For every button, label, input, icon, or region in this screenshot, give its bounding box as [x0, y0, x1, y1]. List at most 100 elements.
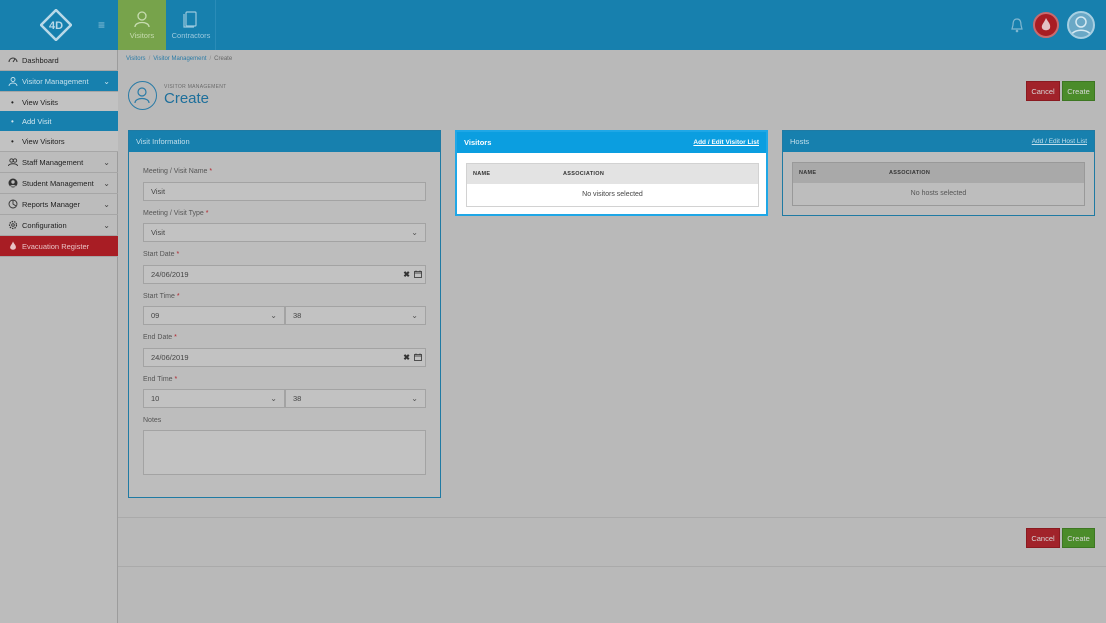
breadcrumb-separator: / [148, 56, 151, 62]
end-date-label: End Date * [143, 334, 177, 341]
clear-icon[interactable]: ✖ [403, 266, 410, 283]
sidebar-item-view-visits[interactable]: • View Visits [0, 92, 118, 113]
nav-tile-visitors[interactable]: Visitors [118, 0, 166, 50]
evacuation-button[interactable] [1033, 12, 1059, 38]
column-header-association[interactable]: ASSOCIATION [889, 163, 930, 183]
user-icon [1070, 16, 1092, 37]
bullet-icon: • [11, 117, 14, 126]
chevron-down-icon: ⌄ [103, 200, 110, 209]
breadcrumb-separator: / [209, 56, 212, 62]
breadcrumb-link-visitors[interactable]: Visitors [126, 56, 146, 62]
create-button-bottom[interactable]: Create [1062, 528, 1095, 548]
calendar-icon[interactable] [414, 270, 422, 278]
visitors-panel: Visitors Add / Edit Visitor List NAME AS… [455, 130, 768, 216]
chevron-down-icon: ⌄ [411, 311, 418, 320]
required-marker: * [209, 168, 213, 175]
sidebar-item-add-visit[interactable]: • Add Visit [0, 111, 118, 132]
sidebar-item-staff-management[interactable]: Staff Management ⌄ [0, 152, 118, 173]
sidebar-item-label: Student Management [22, 179, 94, 188]
dashboard-icon [8, 57, 18, 63]
end-hour-select[interactable]: 10 ⌄ [143, 389, 285, 408]
svg-text:4D: 4D [49, 20, 63, 32]
label-text: End Date [143, 334, 173, 341]
sidebar: Dashboard Visitor Management ⌄ • View Vi… [0, 50, 118, 623]
bullet-icon: • [11, 137, 14, 146]
cancel-button-bottom[interactable]: Cancel [1026, 528, 1060, 548]
avatar[interactable] [1067, 11, 1095, 39]
breadcrumb: Visitors / Visitor Management / Create [126, 56, 232, 62]
required-marker: * [176, 251, 180, 258]
sidebar-item-student-management[interactable]: Student Management ⌄ [0, 173, 118, 194]
create-button[interactable]: Create [1062, 81, 1095, 101]
label-text: Meeting / Visit Type [143, 210, 204, 217]
nav-tile-label: Visitors [129, 31, 155, 40]
edit-visitor-list-link[interactable]: Add / Edit Visitor List [693, 132, 759, 153]
end-time-label: End Time * [143, 376, 177, 383]
flame-icon [10, 241, 16, 250]
visit-name-input[interactable]: Visit [143, 182, 426, 201]
menu-icon[interactable]: ≡ [98, 18, 110, 32]
required-marker: * [174, 376, 178, 383]
start-date-label: Start Date * [143, 251, 179, 258]
sidebar-item-view-visitors[interactable]: • View Visitors [0, 131, 118, 152]
visit-type-select[interactable]: Visit ⌄ [143, 223, 426, 242]
cancel-button[interactable]: Cancel [1026, 81, 1060, 101]
select-value: 38 [293, 311, 302, 320]
end-date-input[interactable]: 24/06/2019 ✖ [143, 348, 426, 367]
clear-icon[interactable]: ✖ [403, 349, 410, 366]
end-minute-select[interactable]: 38 ⌄ [285, 389, 426, 408]
chevron-down-icon: ⌄ [103, 158, 110, 167]
chevron-down-icon: ⌄ [270, 311, 277, 320]
select-value: Visit [151, 228, 166, 237]
visit-type-label: Meeting / Visit Type * [143, 210, 209, 217]
chevron-down-icon: ⌄ [411, 228, 418, 237]
sidebar-item-label: Dashboard [22, 56, 59, 65]
sidebar-item-visitor-management[interactable]: Visitor Management ⌄ [0, 71, 118, 92]
sidebar-item-configuration[interactable]: Configuration ⌄ [0, 215, 118, 236]
notes-textarea[interactable] [143, 430, 426, 475]
reports-icon [8, 199, 18, 209]
breadcrumb-link-visitor-management[interactable]: Visitor Management [153, 56, 206, 62]
label-text: Meeting / Visit Name [143, 168, 208, 175]
panel-header: Hosts Add / Edit Host List [783, 131, 1094, 152]
label-text: End Time [143, 376, 173, 383]
select-value: 38 [293, 394, 302, 403]
person-icon [8, 77, 18, 86]
label-text: Start Date [143, 251, 175, 258]
start-time-label: Start Time * [143, 293, 180, 300]
sidebar-item-reports-manager[interactable]: Reports Manager ⌄ [0, 194, 118, 215]
app-logo[interactable]: 4D [40, 9, 72, 41]
label-text: Start Time [143, 293, 175, 300]
bell-icon[interactable] [1010, 17, 1024, 33]
panel-title: Hosts [790, 137, 810, 146]
sidebar-item-dashboard[interactable]: Dashboard [0, 50, 118, 71]
column-header-name[interactable]: NAME [799, 163, 816, 183]
calendar-icon[interactable] [414, 353, 422, 361]
visitors-table: NAME ASSOCIATION No visitors selected [466, 163, 759, 207]
breadcrumb-current: Create [214, 56, 233, 62]
student-icon [8, 178, 18, 188]
column-header-name[interactable]: NAME [473, 164, 490, 184]
nav-tile-contractors[interactable]: Contractors [167, 0, 216, 50]
panel-title: Visitors [464, 138, 492, 147]
sidebar-item-label: Reports Manager [22, 200, 80, 209]
nav-tile-label: Contractors [171, 31, 211, 40]
sidebar-item-label: Configuration [22, 221, 67, 230]
sidebar-item-label: Staff Management [22, 158, 84, 167]
start-hour-select[interactable]: 09 ⌄ [143, 306, 285, 325]
sidebar-item-evacuation-register[interactable]: Evacuation Register [0, 236, 118, 257]
start-minute-select[interactable]: 38 ⌄ [285, 306, 426, 325]
sidebar-item-label: Add Visit [22, 117, 52, 126]
edit-host-list-link[interactable]: Add / Edit Host List [1032, 131, 1087, 152]
notes-label: Notes [143, 417, 162, 424]
column-header-association[interactable]: ASSOCIATION [563, 164, 604, 184]
start-date-input[interactable]: 24/06/2019 ✖ [143, 265, 426, 284]
chevron-down-icon: ⌄ [411, 394, 418, 403]
bullet-icon: • [11, 98, 14, 107]
select-value: 10 [151, 394, 160, 403]
table-header: NAME ASSOCIATION [467, 164, 758, 184]
required-marker: * [176, 293, 180, 300]
panel-header: Visitors Add / Edit Visitor List [457, 132, 766, 153]
hosts-panel: Hosts Add / Edit Host List NAME ASSOCIAT… [782, 130, 1095, 216]
chevron-down-icon: ⌄ [103, 179, 110, 188]
